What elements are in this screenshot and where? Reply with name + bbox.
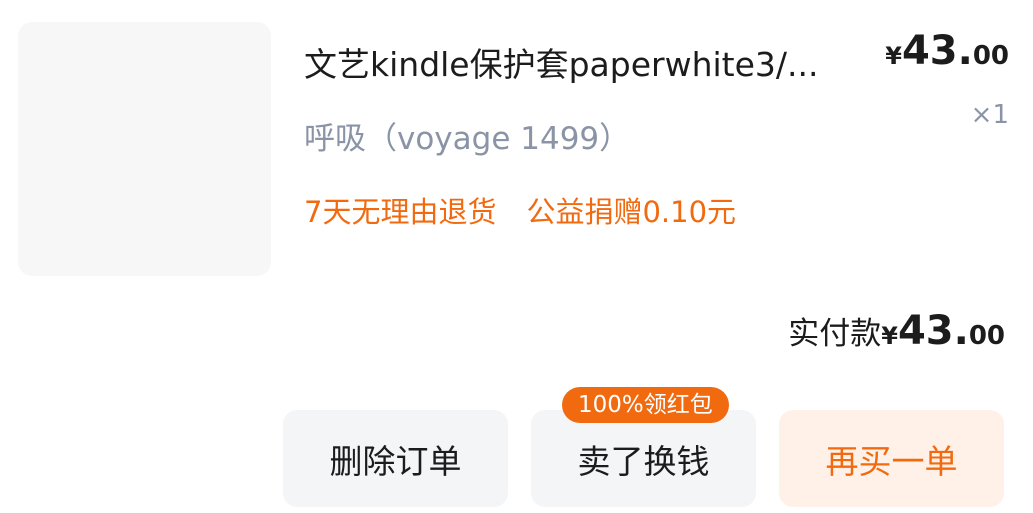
buy-again-button[interactable]: 再买一单 [779, 410, 1004, 507]
return-policy-tag: 7天无理由退货 [304, 195, 497, 229]
actual-payment-label: 实付款 [788, 316, 882, 352]
price-currency: ¥ [885, 42, 902, 70]
actual-payment-currency: ¥ [881, 322, 898, 350]
product-title[interactable]: 文艺kindle保护套paperwhite3/... [304, 42, 884, 88]
product-sku: 呼吸（voyage 1499） [304, 121, 631, 157]
product-price: ¥43.00 [885, 28, 1009, 82]
red-packet-badge: 100%领红包 [562, 387, 729, 423]
product-quantity: ×1 [970, 100, 1009, 130]
actual-payment-integer: 43. [897, 308, 969, 354]
product-thumbnail[interactable] [18, 22, 271, 276]
actual-payment: 实付款¥43.00 [788, 305, 1005, 365]
price-integer: 43. [901, 28, 973, 74]
service-tags: 7天无理由退货 公益捐赠0.10元 [304, 189, 736, 235]
sell-for-cash-button[interactable]: 卖了换钱 [531, 410, 756, 507]
price-decimal: 00 [972, 41, 1009, 71]
charity-tag: 公益捐赠0.10元 [526, 195, 737, 229]
actual-payment-decimal: 00 [968, 321, 1005, 351]
delete-order-button[interactable]: 删除订单 [283, 410, 508, 507]
